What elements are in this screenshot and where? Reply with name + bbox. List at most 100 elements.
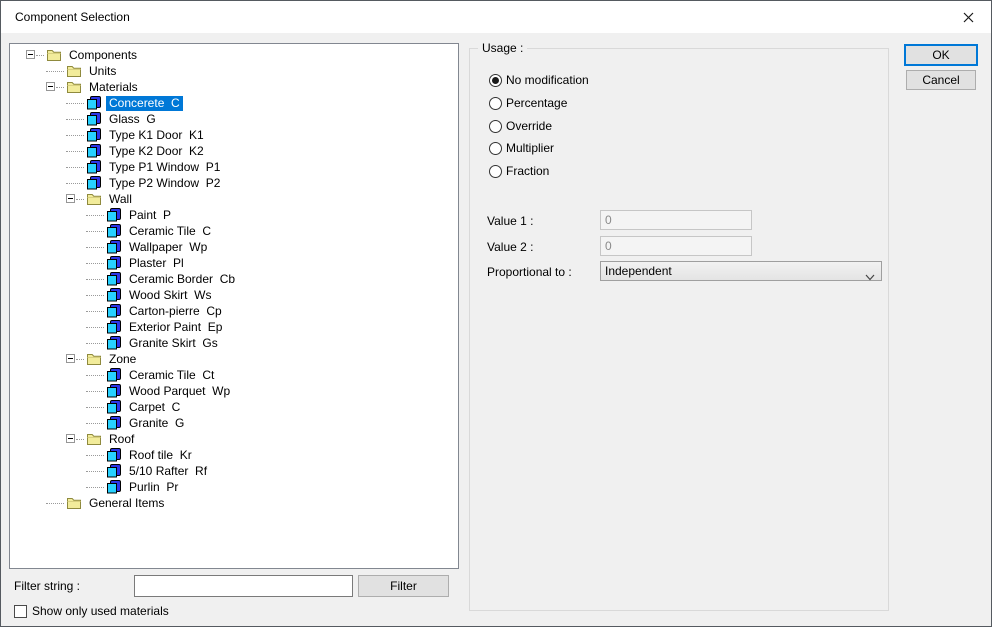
tree-item-components[interactable]: Components xyxy=(10,47,458,63)
tree-item-paint-p[interactable]: Paint P xyxy=(10,207,458,223)
tree-item-materials[interactable]: Materials xyxy=(10,79,458,95)
tree-item-label[interactable]: Exterior Paint Ep xyxy=(126,320,225,335)
usage-legend: Usage : xyxy=(478,41,528,55)
tree-item-glass-g[interactable]: Glass G xyxy=(10,111,458,127)
proportional-to-value: Independent xyxy=(605,264,672,278)
close-button[interactable] xyxy=(945,1,991,33)
radio-option-percentage[interactable]: Percentage xyxy=(489,96,567,110)
collapse-icon[interactable] xyxy=(46,82,55,91)
filter-button[interactable]: Filter xyxy=(358,575,449,597)
tree-item-label[interactable]: Glass G xyxy=(106,112,159,127)
radio-button-icon[interactable] xyxy=(489,73,502,87)
tree-item-label[interactable]: Type K2 Door K2 xyxy=(106,144,207,159)
tree-item-label[interactable]: Type P2 Window P2 xyxy=(106,176,223,191)
tree-item-carpet-c[interactable]: Carpet C xyxy=(10,399,458,415)
tree-item-wallpaper-wp[interactable]: Wallpaper Wp xyxy=(10,239,458,255)
tree-item-units[interactable]: Units xyxy=(10,63,458,79)
value2-label: Value 2 : xyxy=(487,240,534,254)
radio-button-icon[interactable] xyxy=(489,141,502,155)
tree-item-roof-tile-kr[interactable]: Roof tile Kr xyxy=(10,447,458,463)
tree-item-label[interactable]: Wood Parquet Wp xyxy=(126,384,233,399)
radio-option-no-modification[interactable]: No modification xyxy=(489,73,589,87)
collapse-icon[interactable] xyxy=(66,354,75,363)
tree-item-label[interactable]: 5/10 Rafter Rf xyxy=(126,464,210,479)
radio-option-override[interactable]: Override xyxy=(489,119,552,133)
collapse-icon[interactable] xyxy=(66,434,75,443)
radio-button-icon[interactable] xyxy=(489,164,502,178)
tree-item-label[interactable]: Type K1 Door K1 xyxy=(106,128,207,143)
tree-item-label[interactable]: Wallpaper Wp xyxy=(126,240,210,255)
tree-item-label[interactable]: Carton-pierre Cp xyxy=(126,304,225,319)
tree-item-5-10-rafter-rf[interactable]: 5/10 Rafter Rf xyxy=(10,463,458,479)
tree-item-label[interactable]: Granite G xyxy=(126,416,187,431)
tree-item-label[interactable]: Roof xyxy=(106,432,137,447)
material-cube-icon xyxy=(86,96,102,110)
tree-item-label[interactable]: Type P1 Window P1 xyxy=(106,160,223,175)
tree-item-type-k1-door-k1[interactable]: Type K1 Door K1 xyxy=(10,127,458,143)
material-cube-icon xyxy=(106,256,122,270)
tree-item-label[interactable]: Ceramic Tile Ct xyxy=(126,368,217,383)
component-tree[interactable]: Components Units Materials Concerete C Glass… xyxy=(9,43,459,569)
material-cube-icon xyxy=(106,288,122,302)
tree-item-type-k2-door-k2[interactable]: Type K2 Door K2 xyxy=(10,143,458,159)
tree-item-label[interactable]: Purlin Pr xyxy=(126,480,181,495)
tree-item-wood-skirt-ws[interactable]: Wood Skirt Ws xyxy=(10,287,458,303)
tree-item-granite-g[interactable]: Granite G xyxy=(10,415,458,431)
radio-option-multiplier[interactable]: Multiplier xyxy=(489,141,554,155)
radio-button-icon[interactable] xyxy=(489,119,502,133)
material-cube-icon xyxy=(86,176,102,190)
tree-item-label[interactable]: Units xyxy=(86,64,119,79)
material-cube-icon xyxy=(106,224,122,238)
tree-item-label[interactable]: Roof tile Kr xyxy=(126,448,195,463)
radio-option-label: Percentage xyxy=(506,96,568,110)
ok-button[interactable]: OK xyxy=(904,44,978,66)
tree-item-exterior-paint-ep[interactable]: Exterior Paint Ep xyxy=(10,319,458,335)
tree-item-label[interactable]: Zone xyxy=(106,352,139,367)
tree-item-label[interactable]: Materials xyxy=(86,80,141,95)
radio-option-fraction[interactable]: Fraction xyxy=(489,164,549,178)
tree-item-type-p1-window-p1[interactable]: Type P1 Window P1 xyxy=(10,159,458,175)
tree-item-ceramic-border-cb[interactable]: Ceramic Border Cb xyxy=(10,271,458,287)
tree-item-general-items[interactable]: General Items xyxy=(10,495,458,511)
tree-item-wall[interactable]: Wall xyxy=(10,191,458,207)
tree-item-ceramic-tile-c[interactable]: Ceramic Tile C xyxy=(10,223,458,239)
tree-item-label[interactable]: Wood Skirt Ws xyxy=(126,288,214,303)
proportional-to-label: Proportional to : xyxy=(487,265,572,279)
tree-item-label[interactable]: Carpet C xyxy=(126,400,183,415)
material-cube-icon xyxy=(106,336,122,350)
filter-string-input[interactable] xyxy=(134,575,353,597)
tree-item-type-p2-window-p2[interactable]: Type P2 Window P2 xyxy=(10,175,458,191)
tree-item-zone[interactable]: Zone xyxy=(10,351,458,367)
tree-item-label[interactable]: Plaster Pl xyxy=(126,256,187,271)
tree-item-wood-parquet-wp[interactable]: Wood Parquet Wp xyxy=(10,383,458,399)
radio-button-icon[interactable] xyxy=(489,96,502,110)
tree-item-label[interactable]: Ceramic Tile C xyxy=(126,224,214,239)
tree-item-concerete-c[interactable]: Concerete C xyxy=(10,95,458,111)
folder-icon xyxy=(86,432,102,446)
folder-icon xyxy=(86,192,102,206)
collapse-icon[interactable] xyxy=(26,50,35,59)
material-cube-icon xyxy=(86,160,102,174)
tree-item-carton-pierre-cp[interactable]: Carton-pierre Cp xyxy=(10,303,458,319)
tree-item-label[interactable]: Paint P xyxy=(126,208,174,223)
tree-item-label[interactable]: Components xyxy=(66,48,140,63)
tree-item-label[interactable]: General Items xyxy=(86,496,167,511)
tree-item-label[interactable]: Wall xyxy=(106,192,135,207)
tree-item-label[interactable]: Granite Skirt Gs xyxy=(126,336,221,351)
radio-option-label: Override xyxy=(506,119,553,133)
tree-item-ceramic-tile-ct[interactable]: Ceramic Tile Ct xyxy=(10,367,458,383)
show-only-used-checkbox[interactable] xyxy=(14,605,27,618)
tree-item-purlin-pr[interactable]: Purlin Pr xyxy=(10,479,458,495)
tree-item-label[interactable]: Concerete C xyxy=(106,95,183,111)
collapse-icon[interactable] xyxy=(66,194,75,203)
proportional-to-dropdown[interactable]: Independent xyxy=(600,261,882,281)
tree-item-granite-skirt-gs[interactable]: Granite Skirt Gs xyxy=(10,335,458,351)
chevron-down-icon xyxy=(865,268,875,286)
material-cube-icon xyxy=(86,112,102,126)
folder-icon xyxy=(46,48,62,62)
tree-item-plaster-pl[interactable]: Plaster Pl xyxy=(10,255,458,271)
cancel-button[interactable]: Cancel xyxy=(906,70,976,90)
tree-item-label[interactable]: Ceramic Border Cb xyxy=(126,272,238,287)
material-cube-icon xyxy=(106,480,122,494)
tree-item-roof[interactable]: Roof xyxy=(10,431,458,447)
